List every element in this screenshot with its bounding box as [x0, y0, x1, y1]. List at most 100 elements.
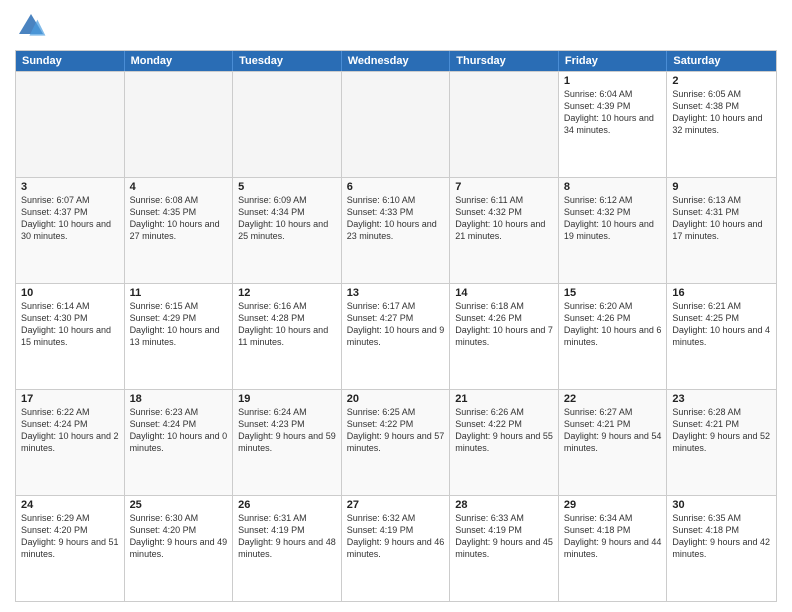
day-info: Sunrise: 6:29 AMSunset: 4:20 PMDaylight:… — [21, 512, 119, 561]
calendar: SundayMondayTuesdayWednesdayThursdayFrid… — [15, 50, 777, 602]
day-cell-21: 21Sunrise: 6:26 AMSunset: 4:22 PMDayligh… — [450, 390, 559, 495]
weekday-header-thursday: Thursday — [450, 51, 559, 71]
day-number: 11 — [130, 287, 228, 299]
day-cell-24: 24Sunrise: 6:29 AMSunset: 4:20 PMDayligh… — [16, 496, 125, 601]
day-number: 4 — [130, 181, 228, 193]
day-number: 9 — [672, 181, 771, 193]
logo — [15, 10, 51, 42]
day-cell-7: 7Sunrise: 6:11 AMSunset: 4:32 PMDaylight… — [450, 178, 559, 283]
calendar-row-2: 10Sunrise: 6:14 AMSunset: 4:30 PMDayligh… — [16, 283, 776, 389]
day-info: Sunrise: 6:16 AMSunset: 4:28 PMDaylight:… — [238, 300, 336, 349]
day-cell-13: 13Sunrise: 6:17 AMSunset: 4:27 PMDayligh… — [342, 284, 451, 389]
day-number: 21 — [455, 393, 553, 405]
day-cell-4: 4Sunrise: 6:08 AMSunset: 4:35 PMDaylight… — [125, 178, 234, 283]
day-number: 28 — [455, 499, 553, 511]
day-info: Sunrise: 6:17 AMSunset: 4:27 PMDaylight:… — [347, 300, 445, 349]
day-info: Sunrise: 6:08 AMSunset: 4:35 PMDaylight:… — [130, 194, 228, 243]
logo-icon — [15, 10, 47, 42]
day-info: Sunrise: 6:11 AMSunset: 4:32 PMDaylight:… — [455, 194, 553, 243]
day-info: Sunrise: 6:26 AMSunset: 4:22 PMDaylight:… — [455, 406, 553, 455]
day-info: Sunrise: 6:35 AMSunset: 4:18 PMDaylight:… — [672, 512, 771, 561]
day-info: Sunrise: 6:07 AMSunset: 4:37 PMDaylight:… — [21, 194, 119, 243]
day-info: Sunrise: 6:28 AMSunset: 4:21 PMDaylight:… — [672, 406, 771, 455]
day-info: Sunrise: 6:31 AMSunset: 4:19 PMDaylight:… — [238, 512, 336, 561]
calendar-body: 1Sunrise: 6:04 AMSunset: 4:39 PMDaylight… — [16, 71, 776, 601]
day-info: Sunrise: 6:05 AMSunset: 4:38 PMDaylight:… — [672, 88, 771, 137]
day-cell-15: 15Sunrise: 6:20 AMSunset: 4:26 PMDayligh… — [559, 284, 668, 389]
day-cell-2: 2Sunrise: 6:05 AMSunset: 4:38 PMDaylight… — [667, 72, 776, 177]
day-info: Sunrise: 6:10 AMSunset: 4:33 PMDaylight:… — [347, 194, 445, 243]
day-info: Sunrise: 6:12 AMSunset: 4:32 PMDaylight:… — [564, 194, 662, 243]
day-number: 24 — [21, 499, 119, 511]
day-cell-17: 17Sunrise: 6:22 AMSunset: 4:24 PMDayligh… — [16, 390, 125, 495]
weekday-header-monday: Monday — [125, 51, 234, 71]
day-info: Sunrise: 6:25 AMSunset: 4:22 PMDaylight:… — [347, 406, 445, 455]
day-number: 23 — [672, 393, 771, 405]
day-number: 29 — [564, 499, 662, 511]
day-number: 22 — [564, 393, 662, 405]
day-number: 15 — [564, 287, 662, 299]
day-cell-30: 30Sunrise: 6:35 AMSunset: 4:18 PMDayligh… — [667, 496, 776, 601]
day-number: 26 — [238, 499, 336, 511]
day-number: 16 — [672, 287, 771, 299]
weekday-header-wednesday: Wednesday — [342, 51, 451, 71]
day-info: Sunrise: 6:21 AMSunset: 4:25 PMDaylight:… — [672, 300, 771, 349]
day-number: 6 — [347, 181, 445, 193]
calendar-row-0: 1Sunrise: 6:04 AMSunset: 4:39 PMDaylight… — [16, 71, 776, 177]
page: SundayMondayTuesdayWednesdayThursdayFrid… — [0, 0, 792, 612]
day-number: 12 — [238, 287, 336, 299]
day-number: 10 — [21, 287, 119, 299]
day-info: Sunrise: 6:24 AMSunset: 4:23 PMDaylight:… — [238, 406, 336, 455]
day-info: Sunrise: 6:20 AMSunset: 4:26 PMDaylight:… — [564, 300, 662, 349]
weekday-header-saturday: Saturday — [667, 51, 776, 71]
day-number: 14 — [455, 287, 553, 299]
day-cell-8: 8Sunrise: 6:12 AMSunset: 4:32 PMDaylight… — [559, 178, 668, 283]
day-cell-16: 16Sunrise: 6:21 AMSunset: 4:25 PMDayligh… — [667, 284, 776, 389]
day-number: 27 — [347, 499, 445, 511]
empty-cell — [342, 72, 451, 177]
day-number: 1 — [564, 75, 662, 87]
day-info: Sunrise: 6:22 AMSunset: 4:24 PMDaylight:… — [21, 406, 119, 455]
calendar-row-4: 24Sunrise: 6:29 AMSunset: 4:20 PMDayligh… — [16, 495, 776, 601]
day-cell-22: 22Sunrise: 6:27 AMSunset: 4:21 PMDayligh… — [559, 390, 668, 495]
day-info: Sunrise: 6:32 AMSunset: 4:19 PMDaylight:… — [347, 512, 445, 561]
day-info: Sunrise: 6:34 AMSunset: 4:18 PMDaylight:… — [564, 512, 662, 561]
day-number: 20 — [347, 393, 445, 405]
day-cell-14: 14Sunrise: 6:18 AMSunset: 4:26 PMDayligh… — [450, 284, 559, 389]
day-number: 25 — [130, 499, 228, 511]
day-cell-18: 18Sunrise: 6:23 AMSunset: 4:24 PMDayligh… — [125, 390, 234, 495]
day-cell-1: 1Sunrise: 6:04 AMSunset: 4:39 PMDaylight… — [559, 72, 668, 177]
day-cell-28: 28Sunrise: 6:33 AMSunset: 4:19 PMDayligh… — [450, 496, 559, 601]
empty-cell — [450, 72, 559, 177]
day-info: Sunrise: 6:09 AMSunset: 4:34 PMDaylight:… — [238, 194, 336, 243]
day-cell-26: 26Sunrise: 6:31 AMSunset: 4:19 PMDayligh… — [233, 496, 342, 601]
day-number: 7 — [455, 181, 553, 193]
weekday-header-sunday: Sunday — [16, 51, 125, 71]
day-info: Sunrise: 6:15 AMSunset: 4:29 PMDaylight:… — [130, 300, 228, 349]
day-cell-10: 10Sunrise: 6:14 AMSunset: 4:30 PMDayligh… — [16, 284, 125, 389]
day-number: 3 — [21, 181, 119, 193]
day-number: 30 — [672, 499, 771, 511]
day-number: 5 — [238, 181, 336, 193]
day-cell-29: 29Sunrise: 6:34 AMSunset: 4:18 PMDayligh… — [559, 496, 668, 601]
day-cell-3: 3Sunrise: 6:07 AMSunset: 4:37 PMDaylight… — [16, 178, 125, 283]
day-number: 18 — [130, 393, 228, 405]
day-cell-5: 5Sunrise: 6:09 AMSunset: 4:34 PMDaylight… — [233, 178, 342, 283]
calendar-header: SundayMondayTuesdayWednesdayThursdayFrid… — [16, 51, 776, 71]
day-cell-27: 27Sunrise: 6:32 AMSunset: 4:19 PMDayligh… — [342, 496, 451, 601]
day-cell-11: 11Sunrise: 6:15 AMSunset: 4:29 PMDayligh… — [125, 284, 234, 389]
day-cell-23: 23Sunrise: 6:28 AMSunset: 4:21 PMDayligh… — [667, 390, 776, 495]
day-info: Sunrise: 6:04 AMSunset: 4:39 PMDaylight:… — [564, 88, 662, 137]
header — [15, 10, 777, 42]
day-info: Sunrise: 6:13 AMSunset: 4:31 PMDaylight:… — [672, 194, 771, 243]
day-info: Sunrise: 6:27 AMSunset: 4:21 PMDaylight:… — [564, 406, 662, 455]
day-cell-19: 19Sunrise: 6:24 AMSunset: 4:23 PMDayligh… — [233, 390, 342, 495]
day-info: Sunrise: 6:33 AMSunset: 4:19 PMDaylight:… — [455, 512, 553, 561]
calendar-row-3: 17Sunrise: 6:22 AMSunset: 4:24 PMDayligh… — [16, 389, 776, 495]
day-cell-9: 9Sunrise: 6:13 AMSunset: 4:31 PMDaylight… — [667, 178, 776, 283]
weekday-header-friday: Friday — [559, 51, 668, 71]
calendar-row-1: 3Sunrise: 6:07 AMSunset: 4:37 PMDaylight… — [16, 177, 776, 283]
day-info: Sunrise: 6:18 AMSunset: 4:26 PMDaylight:… — [455, 300, 553, 349]
day-number: 13 — [347, 287, 445, 299]
empty-cell — [125, 72, 234, 177]
